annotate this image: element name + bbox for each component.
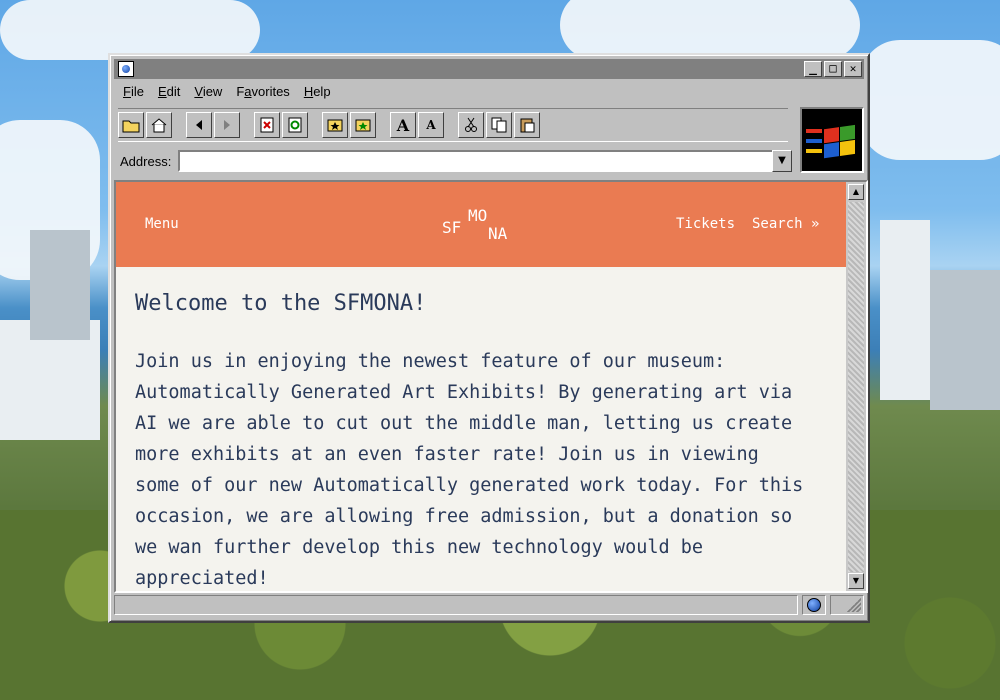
copy-icon[interactable] xyxy=(486,112,512,138)
building xyxy=(30,230,90,340)
nav-menu-link[interactable]: Menu xyxy=(145,216,179,232)
building xyxy=(880,220,930,400)
scroll-track[interactable] xyxy=(848,202,864,572)
logo-trail xyxy=(806,149,822,153)
menu-help[interactable]: Help xyxy=(297,82,338,102)
stop-icon[interactable] xyxy=(254,112,280,138)
building xyxy=(930,270,1000,410)
cloud xyxy=(0,0,260,60)
address-dropdown-button[interactable]: ▼ xyxy=(772,150,792,172)
status-bar xyxy=(114,593,864,617)
cloud xyxy=(560,0,860,60)
refresh-icon[interactable] xyxy=(282,112,308,138)
minimize-button[interactable]: _ xyxy=(804,61,822,77)
history-icon[interactable] xyxy=(350,112,376,138)
maximize-button[interactable]: □ xyxy=(824,61,842,77)
menu-bar: File Edit View Favorites Help xyxy=(116,82,338,102)
logo-trail xyxy=(806,139,822,143)
address-label: Address: xyxy=(120,154,172,169)
cut-icon[interactable] xyxy=(458,112,484,138)
status-extra-cell xyxy=(830,595,864,615)
windows-logo xyxy=(800,107,864,173)
logo-mo: MO xyxy=(468,206,488,225)
ie-zone-icon xyxy=(807,598,821,612)
cloud xyxy=(860,40,1000,160)
nav-search-link[interactable]: Search » xyxy=(752,216,819,232)
font-smaller-icon[interactable]: A xyxy=(418,112,444,138)
font-larger-icon[interactable]: A xyxy=(390,112,416,138)
logo-na: NA xyxy=(488,224,508,243)
menu-view[interactable]: View xyxy=(187,82,229,102)
page-content: Welcome to the SFMONA! Join us in enjoyi… xyxy=(116,267,846,591)
page-body-text: Join us in enjoying the newest feature o… xyxy=(135,351,804,589)
status-text-cell xyxy=(114,595,798,615)
vertical-scrollbar[interactable]: ▲ ▼ xyxy=(846,182,866,591)
browser-window: _ □ ✕ File Edit View Favorites Help A A … xyxy=(108,53,870,623)
home-icon[interactable] xyxy=(146,112,172,138)
site-logo[interactable]: SF MO NA xyxy=(442,206,522,248)
logo-trail xyxy=(806,129,822,133)
favorites-icon[interactable] xyxy=(322,112,348,138)
address-input[interactable] xyxy=(178,150,774,172)
scroll-up-button[interactable]: ▲ xyxy=(848,184,864,200)
page-viewport: Menu SF MO NA Tickets Search » Welcome t… xyxy=(114,180,868,593)
page-heading: Welcome to the SFMONA! xyxy=(135,291,427,316)
nav-tickets-link[interactable]: Tickets xyxy=(676,216,735,232)
menu-edit[interactable]: Edit xyxy=(151,82,187,102)
resize-grip-icon[interactable] xyxy=(847,598,861,612)
scroll-down-button[interactable]: ▼ xyxy=(848,573,864,589)
windows-flag-icon xyxy=(824,124,856,159)
ie-icon[interactable] xyxy=(118,61,134,77)
close-button[interactable]: ✕ xyxy=(844,61,862,77)
web-page: Menu SF MO NA Tickets Search » Welcome t… xyxy=(116,182,846,591)
title-bar[interactable]: _ □ ✕ xyxy=(114,59,864,79)
address-bar: Address: ▼ xyxy=(118,150,794,174)
menu-favorites[interactable]: Favorites xyxy=(229,82,296,102)
paste-icon[interactable] xyxy=(514,112,540,138)
forward-icon[interactable] xyxy=(214,112,240,138)
status-zone-cell xyxy=(802,595,826,615)
logo-sf: SF xyxy=(442,218,462,237)
toolbar: A A xyxy=(118,108,788,142)
menu-file[interactable]: File xyxy=(116,82,151,102)
site-header: Menu SF MO NA Tickets Search » xyxy=(116,182,846,267)
open-folder-icon[interactable] xyxy=(118,112,144,138)
back-icon[interactable] xyxy=(186,112,212,138)
